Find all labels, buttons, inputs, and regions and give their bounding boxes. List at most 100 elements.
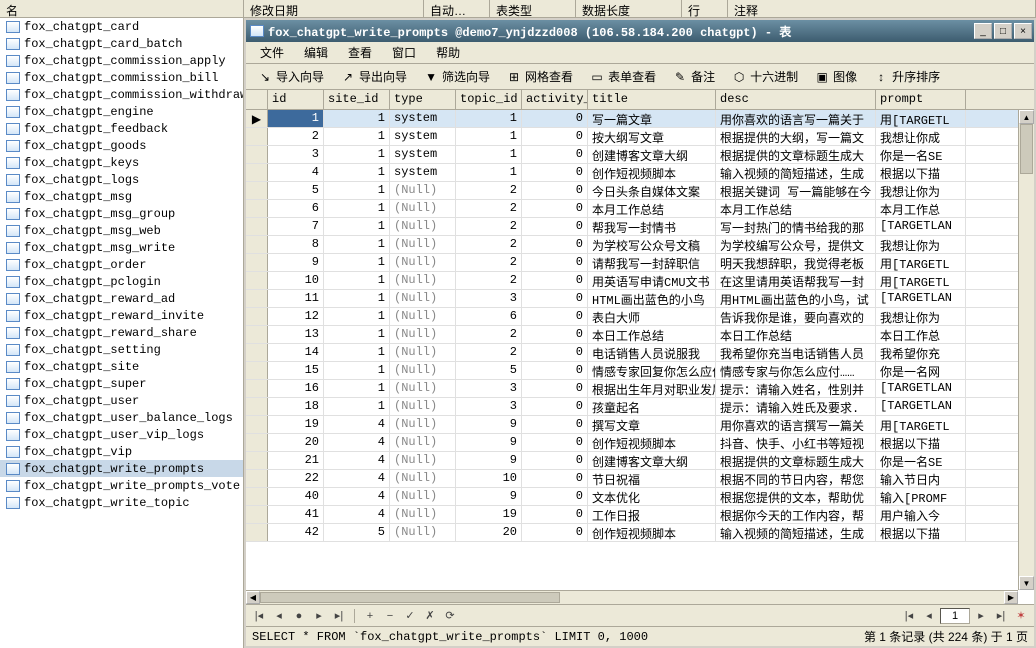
- scroll-down-arrow[interactable]: ▼: [1019, 576, 1034, 590]
- vertical-scrollbar[interactable]: ▲ ▼: [1018, 110, 1034, 590]
- nav-cancel[interactable]: ✗: [421, 608, 439, 624]
- maximize-button[interactable]: □: [994, 23, 1012, 39]
- outer-col-len[interactable]: 数据长度: [576, 0, 682, 17]
- table-row[interactable]: 181(Null)30孩童起名提示：请输入姓氏及要求.[TARGETLAN: [246, 398, 1034, 416]
- tree-item[interactable]: fox_chatgpt_commission_bill: [0, 69, 243, 86]
- menu-item[interactable]: 帮助: [426, 42, 470, 63]
- table-row[interactable]: 194(Null)90撰写文章用你喜欢的语言撰写一篇关用[TARGETL: [246, 416, 1034, 434]
- table-row[interactable]: 51(Null)20今日头条自媒体文案根据关键词 写一篇能够在今我想让你为: [246, 182, 1034, 200]
- outer-col-date[interactable]: 修改日期: [244, 0, 424, 17]
- tree-item[interactable]: fox_chatgpt_user_vip_logs: [0, 426, 243, 443]
- table-row[interactable]: 71(Null)20帮我写一封情书写一封热门的情书给我的那[TARGETLAN: [246, 218, 1034, 236]
- tree-item[interactable]: fox_chatgpt_msg_web: [0, 222, 243, 239]
- menu-item[interactable]: 文件: [250, 42, 294, 63]
- nav-last[interactable]: ▸|: [330, 608, 348, 624]
- scroll-right-arrow[interactable]: ▶: [1004, 591, 1018, 604]
- table-row[interactable]: 121(Null)60表白大师告诉我你是谁，要向喜欢的我想让你为: [246, 308, 1034, 326]
- table-row[interactable]: 214(Null)90创建博客文章大纲根据提供的文章标题生成大你是一名SE: [246, 452, 1034, 470]
- page-last[interactable]: ▸|: [992, 608, 1010, 624]
- table-row[interactable]: 111(Null)30HTML画出蓝色的小鸟用HTML画出蓝色的小鸟，试[TAR…: [246, 290, 1034, 308]
- table-row[interactable]: 404(Null)90文本优化根据您提供的文本，帮助优输入[PROMF: [246, 488, 1034, 506]
- settings-icon[interactable]: ✶: [1012, 608, 1030, 624]
- tree-item[interactable]: fox_chatgpt_logs: [0, 171, 243, 188]
- table-row[interactable]: 101(Null)20用英语写申请CMU文书在这里请用英语帮我写一封用[TARG…: [246, 272, 1034, 290]
- col-prompt[interactable]: prompt: [876, 90, 966, 109]
- tree-item[interactable]: fox_chatgpt_reward_share: [0, 324, 243, 341]
- col-type[interactable]: type: [390, 90, 456, 109]
- tool-button[interactable]: ⬡十六进制: [724, 65, 805, 88]
- nav-refresh[interactable]: ⟳: [441, 608, 459, 624]
- tree-item[interactable]: fox_chatgpt_super: [0, 375, 243, 392]
- tree-item[interactable]: fox_chatgpt_write_topic: [0, 494, 243, 511]
- data-grid[interactable]: id site_id type topic_id activity_id tit…: [246, 90, 1034, 604]
- tree-item[interactable]: fox_chatgpt_order: [0, 256, 243, 273]
- scroll-h-thumb[interactable]: [260, 592, 560, 603]
- tree-item[interactable]: fox_chatgpt_feedback: [0, 120, 243, 137]
- menu-item[interactable]: 窗口: [382, 42, 426, 63]
- table-row[interactable]: 425(Null)200创作短视频脚本输入视频的简短描述，生成根据以下描: [246, 524, 1034, 542]
- col-desc[interactable]: desc: [716, 90, 876, 109]
- table-row[interactable]: 81(Null)20为学校写公众号文稿为学校编写公众号，提供文我想让你为: [246, 236, 1034, 254]
- tree-item[interactable]: fox_chatgpt_site: [0, 358, 243, 375]
- scroll-left-arrow[interactable]: ◀: [246, 591, 260, 604]
- horizontal-scrollbar[interactable]: ◀ ▶: [246, 590, 1018, 604]
- table-tree[interactable]: fox_chatgpt_cardfox_chatgpt_card_batchfo…: [0, 18, 244, 648]
- tree-item[interactable]: fox_chatgpt_user: [0, 392, 243, 409]
- outer-col-rows[interactable]: 行: [682, 0, 728, 17]
- tree-item[interactable]: fox_chatgpt_commission_withdraw: [0, 86, 243, 103]
- tree-item[interactable]: fox_chatgpt_setting: [0, 341, 243, 358]
- tool-button[interactable]: ↘导入向导: [250, 65, 331, 88]
- table-row[interactable]: 91(Null)20请帮我写一封辞职信明天我想辞职，我觉得老板用[TARGETL: [246, 254, 1034, 272]
- tree-item[interactable]: fox_chatgpt_commission_apply: [0, 52, 243, 69]
- tool-button[interactable]: ↗导出向导: [333, 65, 414, 88]
- outer-col-type[interactable]: 表类型: [490, 0, 576, 17]
- table-row[interactable]: 151(Null)50情感专家回复你怎么应付那情感专家与你怎么应付……你是一名网: [246, 362, 1034, 380]
- menu-item[interactable]: 编辑: [294, 42, 338, 63]
- nav-next[interactable]: ▸: [310, 608, 328, 624]
- table-row[interactable]: 21system10按大纲写文章根据提供的大纲，写一篇文我想让你成: [246, 128, 1034, 146]
- nav-add[interactable]: +: [361, 608, 379, 624]
- col-topic-id[interactable]: topic_id: [456, 90, 522, 109]
- outer-col-name[interactable]: 名: [0, 0, 244, 17]
- col-activity-id[interactable]: activity_id: [522, 90, 588, 109]
- col-site-id[interactable]: site_id: [324, 90, 390, 109]
- tree-item[interactable]: fox_chatgpt_pclogin: [0, 273, 243, 290]
- window-titlebar[interactable]: fox_chatgpt_write_prompts @demo7_ynjdzzd…: [246, 20, 1034, 42]
- table-row[interactable]: 31system10创建博客文章大纲根据提供的文章标题生成大你是一名SE: [246, 146, 1034, 164]
- tool-button[interactable]: ⊞网格查看: [499, 65, 580, 88]
- table-row[interactable]: 141(Null)20电话销售人员说服我我希望你充当电话销售人员我希望你充: [246, 344, 1034, 362]
- menu-item[interactable]: 查看: [338, 42, 382, 63]
- tree-item[interactable]: fox_chatgpt_reward_invite: [0, 307, 243, 324]
- tree-item[interactable]: fox_chatgpt_msg: [0, 188, 243, 205]
- tree-item[interactable]: fox_chatgpt_vip: [0, 443, 243, 460]
- page-input[interactable]: [940, 608, 970, 624]
- tree-item[interactable]: fox_chatgpt_card_batch: [0, 35, 243, 52]
- tool-button[interactable]: ↕升序排序: [866, 65, 947, 88]
- tree-item[interactable]: fox_chatgpt_write_prompts_vote: [0, 477, 243, 494]
- tree-item[interactable]: fox_chatgpt_card: [0, 18, 243, 35]
- tree-item[interactable]: fox_chatgpt_reward_ad: [0, 290, 243, 307]
- tree-item[interactable]: fox_chatgpt_msg_write: [0, 239, 243, 256]
- nav-stop[interactable]: ●: [290, 608, 308, 624]
- page-first[interactable]: |◂: [900, 608, 918, 624]
- table-row[interactable]: 161(Null)30根据出生年月对职业发展或提示：请输入姓名，性别并[TARG…: [246, 380, 1034, 398]
- minimize-button[interactable]: _: [974, 23, 992, 39]
- nav-first[interactable]: |◂: [250, 608, 268, 624]
- tree-item[interactable]: fox_chatgpt_keys: [0, 154, 243, 171]
- outer-col-comment[interactable]: 注释: [728, 0, 1036, 17]
- col-id[interactable]: id: [268, 90, 324, 109]
- tree-item[interactable]: fox_chatgpt_goods: [0, 137, 243, 154]
- scroll-up-arrow[interactable]: ▲: [1019, 110, 1034, 124]
- tree-item[interactable]: fox_chatgpt_msg_group: [0, 205, 243, 222]
- tool-button[interactable]: ▭表单查看: [582, 65, 663, 88]
- nav-delete[interactable]: −: [381, 608, 399, 624]
- tool-button[interactable]: ✎备注: [665, 65, 722, 88]
- tree-item[interactable]: fox_chatgpt_write_prompts: [0, 460, 243, 477]
- tree-item[interactable]: fox_chatgpt_user_balance_logs: [0, 409, 243, 426]
- tree-item[interactable]: fox_chatgpt_engine: [0, 103, 243, 120]
- table-row[interactable]: 224(Null)100节日祝福根据不同的节日内容，帮您输入节日内: [246, 470, 1034, 488]
- grid-body[interactable]: ▶11system10写一篇文章用你喜欢的语言写一篇关于用[TARGETL21s…: [246, 110, 1034, 604]
- scroll-thumb[interactable]: [1020, 124, 1033, 174]
- close-button[interactable]: ×: [1014, 23, 1032, 39]
- nav-apply[interactable]: ✓: [401, 608, 419, 624]
